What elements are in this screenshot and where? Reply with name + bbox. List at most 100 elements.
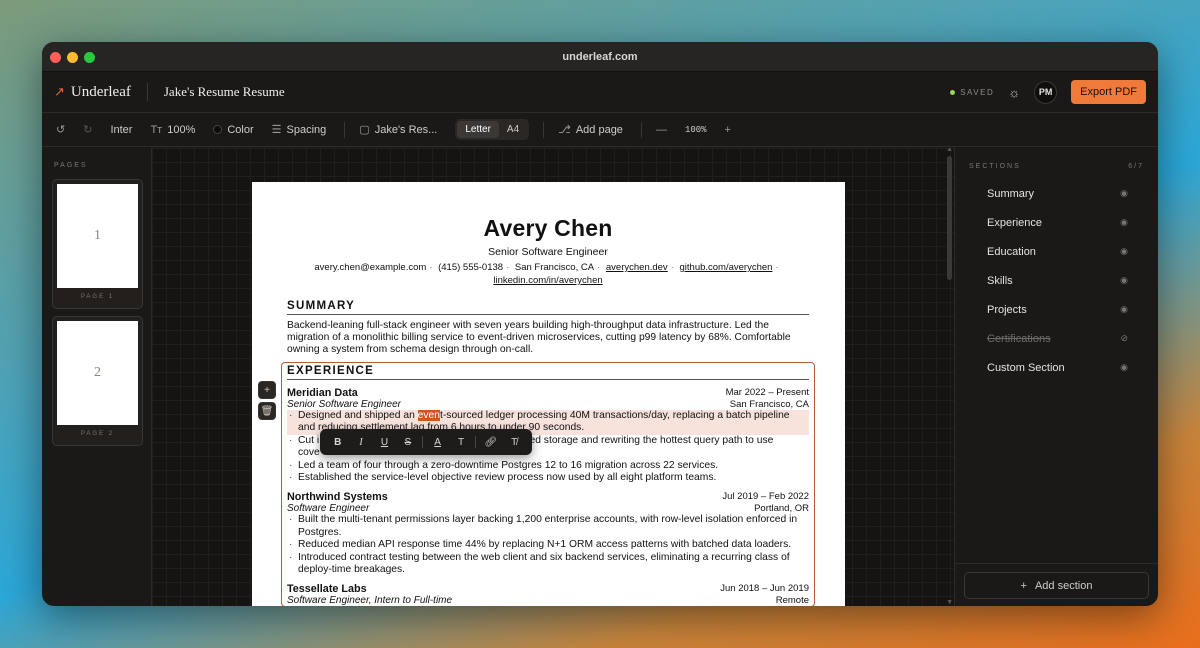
zoom-out-button[interactable]: — bbox=[656, 124, 667, 136]
minimize-window-button[interactable] bbox=[67, 52, 78, 63]
job-dates[interactable]: Jun 2018 – Jun 2019 bbox=[720, 583, 809, 595]
eye-icon[interactable]: ◉ bbox=[1120, 275, 1128, 286]
delete-block-button[interactable]: 🗑 bbox=[258, 402, 276, 420]
summary-text[interactable]: Backend-leaning full-stack engineer with… bbox=[287, 320, 809, 356]
section-item-skills[interactable]: Skills ◉ bbox=[955, 266, 1158, 295]
redo-button[interactable]: ↻ bbox=[83, 123, 92, 136]
color-label: Color bbox=[227, 123, 254, 136]
sections-label: SECTIONS bbox=[969, 163, 1021, 170]
job-header: Tessellate Labs Jun 2018 – Jun 2019 bbox=[287, 583, 809, 595]
pages-panel: PAGES 1 PAGE 1 2 PAGE 2 bbox=[42, 148, 152, 606]
eye-icon[interactable]: ◉ bbox=[1120, 188, 1128, 199]
job-location[interactable]: San Francisco, CA bbox=[730, 399, 809, 410]
document-canvas[interactable]: Avery Chen Senior Software Engineer aver… bbox=[152, 148, 954, 606]
job-bullet[interactable]: Reduced median API response time 44% by … bbox=[287, 539, 809, 552]
color-picker[interactable]: Color bbox=[213, 123, 254, 136]
job-subheader: Senior Software Engineer San Francisco, … bbox=[287, 399, 809, 410]
resume-name[interactable]: Avery Chen bbox=[287, 215, 809, 242]
template-select[interactable]: ▢ Jake's Res... bbox=[359, 123, 437, 137]
page-thumbnail-1[interactable]: 1 PAGE 1 bbox=[52, 179, 143, 309]
section-item-custom[interactable]: Custom Section ◉ bbox=[955, 353, 1158, 382]
underline-icon[interactable]: U bbox=[375, 437, 393, 448]
paper-a4-option[interactable]: A4 bbox=[499, 121, 527, 138]
add-page-button[interactable]: ⎇ Add page bbox=[558, 123, 623, 137]
job-location[interactable]: Portland, OR bbox=[754, 503, 809, 514]
link-icon[interactable]: 🔗︎ bbox=[482, 437, 500, 448]
clear-format-icon[interactable]: T̸ bbox=[505, 437, 523, 448]
job-location[interactable]: Remote bbox=[776, 595, 809, 606]
resume-role[interactable]: Senior Software Engineer bbox=[287, 246, 809, 258]
contact-website-link[interactable]: averychen.dev bbox=[606, 262, 668, 273]
export-pdf-button[interactable]: Export PDF bbox=[1071, 80, 1146, 104]
scroll-down-arrow-icon[interactable]: ▼ bbox=[946, 599, 953, 606]
format-divider bbox=[422, 436, 424, 448]
page-thumbnail-preview: 2 bbox=[57, 321, 138, 425]
experience-heading[interactable]: EXPERIENCE bbox=[287, 365, 809, 380]
bold-icon[interactable]: B bbox=[329, 437, 347, 448]
eye-off-icon[interactable]: ⊘ bbox=[1120, 333, 1128, 344]
contact-phone[interactable]: (415) 555-0138 bbox=[438, 262, 503, 273]
plus-icon: + bbox=[264, 384, 270, 396]
italic-icon[interactable]: I bbox=[352, 437, 370, 448]
theme-toggle-sun-icon[interactable]: ☼ bbox=[1008, 85, 1020, 100]
section-item-certifications[interactable]: Certifications ⊘ bbox=[955, 324, 1158, 353]
contact-email[interactable]: avery.chen@example.com bbox=[314, 262, 426, 273]
section-item-education[interactable]: Education ◉ bbox=[955, 237, 1158, 266]
job-dates[interactable]: Jul 2019 – Feb 2022 bbox=[722, 491, 809, 503]
resume-contacts: avery.chen@example.com · (415) 555-0138 · … bbox=[314, 262, 779, 286]
job-company[interactable]: Tessellate Labs bbox=[287, 583, 367, 595]
text-color-icon[interactable]: A bbox=[429, 437, 447, 448]
paper-letter-option[interactable]: Letter bbox=[457, 121, 499, 138]
section-item-experience[interactable]: Experience ◉ bbox=[955, 208, 1158, 237]
spacing-button[interactable]: ☰ Spacing bbox=[272, 123, 327, 137]
job-title[interactable]: Software Engineer, Intern to Full-time bbox=[287, 595, 452, 606]
job-dates[interactable]: Mar 2022 – Present bbox=[726, 387, 809, 399]
section-item-projects[interactable]: Projects ◉ bbox=[955, 295, 1158, 324]
eye-icon[interactable]: ◉ bbox=[1120, 246, 1128, 257]
page-thumbnail-2[interactable]: 2 PAGE 2 bbox=[52, 316, 143, 446]
browser-titlebar: underleaf.com bbox=[42, 42, 1158, 72]
eye-icon[interactable]: ◉ bbox=[1120, 217, 1128, 228]
job-company[interactable]: Northwind Systems bbox=[287, 491, 388, 503]
redo-icon: ↻ bbox=[83, 124, 93, 136]
add-section-button[interactable]: + Add section bbox=[964, 572, 1149, 599]
strikethrough-icon[interactable]: S bbox=[399, 437, 417, 448]
user-avatar[interactable]: PM bbox=[1034, 80, 1058, 104]
block-actions: + 🗑 bbox=[258, 381, 276, 420]
resume-page[interactable]: Avery Chen Senior Software Engineer aver… bbox=[252, 182, 845, 606]
job-bullet[interactable]: Introduced contract testing between the … bbox=[287, 552, 809, 577]
job-title[interactable]: Senior Software Engineer bbox=[287, 399, 401, 410]
scroll-up-arrow-icon[interactable]: ▲ bbox=[946, 148, 953, 153]
summary-heading[interactable]: SUMMARY bbox=[287, 300, 809, 315]
maximize-window-button[interactable] bbox=[84, 52, 95, 63]
job-bullet[interactable]: Established the service-level objective … bbox=[287, 472, 809, 485]
eye-icon[interactable]: ◉ bbox=[1120, 304, 1128, 315]
font-family-select[interactable]: Inter bbox=[110, 124, 132, 136]
undo-button[interactable]: ↺ bbox=[56, 123, 65, 136]
job-bullet[interactable]: Built the multi-tenant permissions layer… bbox=[287, 514, 809, 539]
editor-body: PAGES 1 PAGE 1 2 PAGE 2 Avery Chen Senio… bbox=[42, 148, 1158, 606]
job-company[interactable]: Meridian Data bbox=[287, 387, 358, 399]
text-style-icon[interactable]: T bbox=[452, 437, 470, 448]
zoom-in-button[interactable]: + bbox=[725, 124, 731, 136]
sections-list: Summary ◉ Experience ◉ Education ◉ Skills ◉ … bbox=[955, 179, 1158, 382]
canvas-scrollbar[interactable] bbox=[947, 156, 952, 280]
eye-icon[interactable]: ◉ bbox=[1120, 362, 1128, 373]
contact-linkedin-link[interactable]: linkedin.com/in/averychen bbox=[493, 275, 602, 286]
document-title[interactable]: Jake's Resume Resume bbox=[164, 84, 285, 100]
font-size-select[interactable]: Tт 100% bbox=[150, 124, 195, 136]
section-label: Education bbox=[987, 245, 1036, 258]
contact-location[interactable]: San Francisco, CA bbox=[515, 262, 594, 273]
contact-github-link[interactable]: github.com/averychen bbox=[680, 262, 773, 273]
app-window: underleaf.com ↗ Underleaf Jake's Resume … bbox=[42, 42, 1158, 606]
close-window-button[interactable] bbox=[50, 52, 61, 63]
add-block-button[interactable]: + bbox=[258, 381, 276, 399]
job-bullet[interactable]: Led a team of four through a zero-downti… bbox=[287, 460, 809, 473]
job-title[interactable]: Software Engineer bbox=[287, 503, 369, 514]
selected-text[interactable]: even bbox=[417, 410, 440, 421]
add-page-label: Add page bbox=[575, 123, 623, 136]
app-logo[interactable]: ↗ Underleaf bbox=[54, 84, 131, 101]
section-item-summary[interactable]: Summary ◉ bbox=[955, 179, 1158, 208]
section-label: Skills bbox=[987, 274, 1013, 287]
experience-section-selected[interactable]: EXPERIENCE Meridian Data Mar 2022 – Pres… bbox=[281, 362, 815, 606]
